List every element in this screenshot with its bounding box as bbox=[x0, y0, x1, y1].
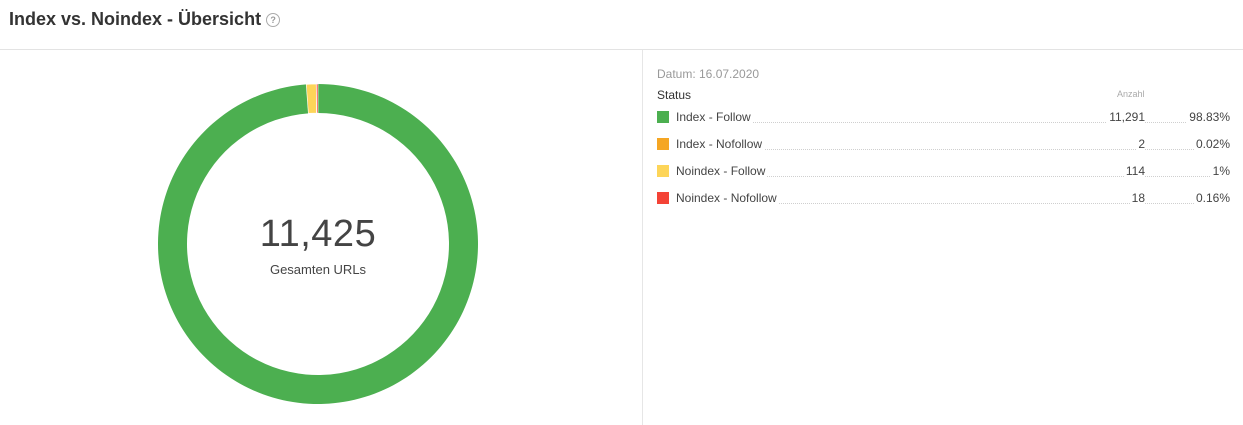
legend-percent: 98.83% bbox=[1187, 110, 1230, 124]
legend-row-noindex-nofollow[interactable]: Noindex - Nofollow 18 0.16% bbox=[657, 189, 1230, 207]
total-label: Gesamten URLs bbox=[269, 262, 367, 277]
total-value: 11,425 bbox=[259, 213, 377, 255]
legend-count: 114 bbox=[1123, 164, 1145, 178]
legend-panel: Datum: 16.07.2020 Status Anzahl Index - … bbox=[643, 50, 1243, 425]
question-circle-icon[interactable]: ? bbox=[266, 13, 281, 27]
legend-swatch bbox=[657, 111, 669, 123]
legend-label: Noindex - Nofollow bbox=[676, 191, 779, 205]
chart-panel: 11,425 Gesamten URLs bbox=[0, 50, 642, 425]
legend-swatch bbox=[657, 165, 669, 177]
legend-swatch bbox=[657, 192, 669, 204]
legend-row-index-follow[interactable]: Index - Follow 11,291 98.83% bbox=[657, 108, 1230, 126]
legend-percent: 0.02% bbox=[1193, 137, 1230, 151]
header: Index vs. Noindex - Übersicht? bbox=[0, 0, 1243, 50]
leader-line bbox=[676, 122, 1230, 123]
status-column-header: Status bbox=[657, 88, 692, 102]
legend-count: 2 bbox=[1136, 137, 1145, 151]
legend-count: 11,291 bbox=[1107, 110, 1145, 124]
legend-label: Index - Follow bbox=[676, 110, 753, 124]
page-title: Index vs. Noindex - Übersicht? bbox=[9, 9, 281, 30]
donut-slice-noindex-nofollow[interactable] bbox=[316, 83, 319, 114]
legend-percent: 1% bbox=[1210, 164, 1230, 178]
legend-count: 18 bbox=[1129, 191, 1145, 205]
legend-percent: 0.16% bbox=[1193, 191, 1230, 205]
donut-slice-noindex-follow[interactable] bbox=[305, 83, 317, 114]
legend-label: Noindex - Follow bbox=[676, 164, 768, 178]
page-title-text: Index vs. Noindex - Übersicht bbox=[9, 9, 262, 29]
legend-label: Index - Nofollow bbox=[676, 137, 765, 151]
count-column-header: Anzahl bbox=[1117, 89, 1145, 99]
legend-row-index-nofollow[interactable]: Index - Nofollow 2 0.02% bbox=[657, 135, 1230, 153]
legend-date: Datum: 16.07.2020 bbox=[657, 67, 760, 81]
legend-swatch bbox=[657, 138, 669, 150]
legend-row-noindex-follow[interactable]: Noindex - Follow 114 1% bbox=[657, 162, 1230, 180]
